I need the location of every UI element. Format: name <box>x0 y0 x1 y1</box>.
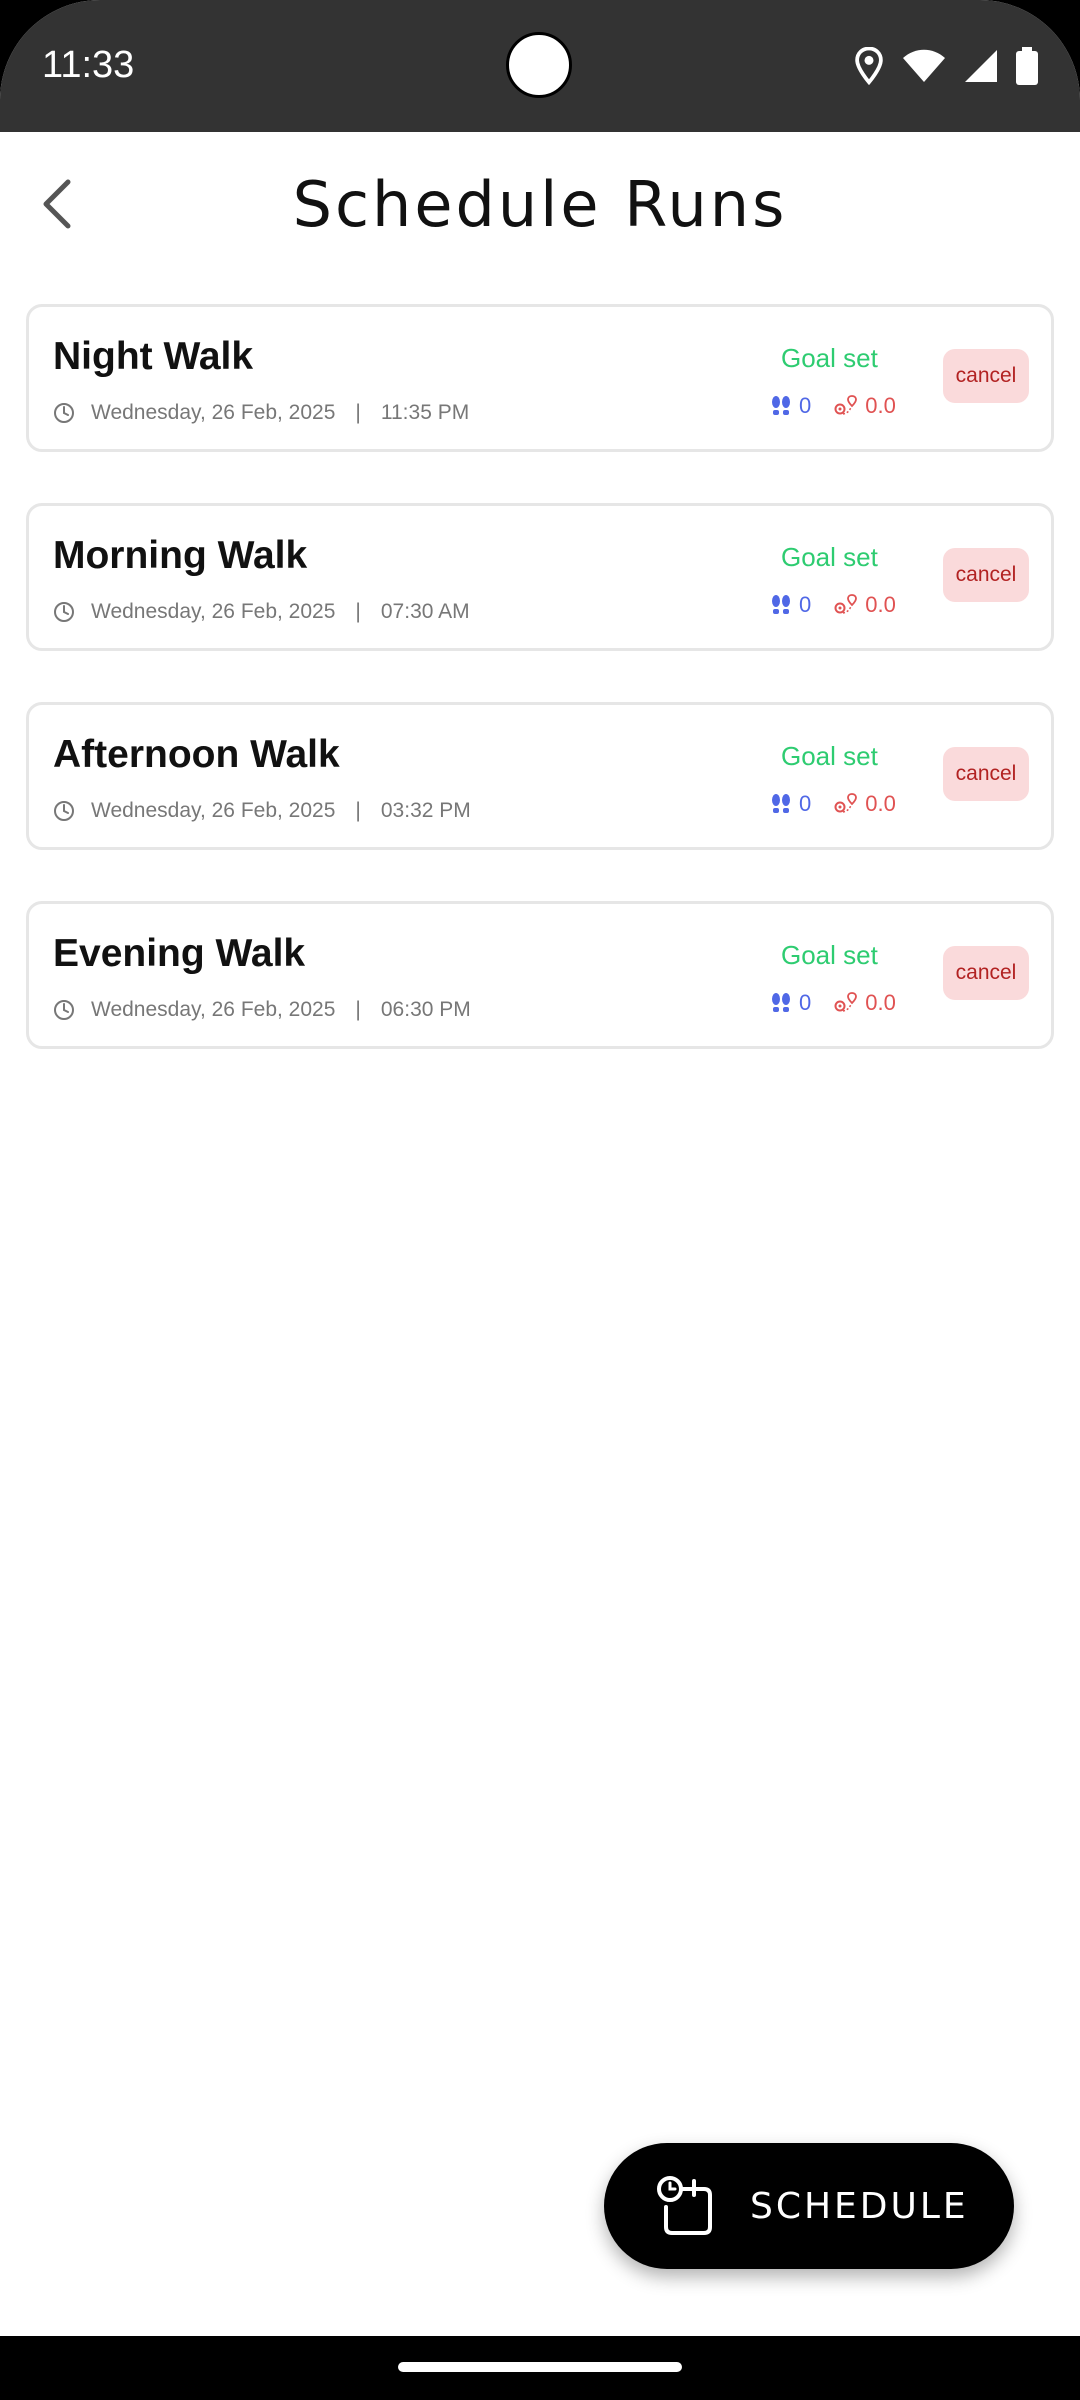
run-time: 06:30 PM <box>380 998 471 1021</box>
datetime-separator: | <box>355 998 361 1021</box>
steps-value: 0 <box>799 592 812 617</box>
goal-status: Goal set <box>781 940 878 970</box>
footsteps-icon <box>772 993 790 1012</box>
run-date: Wednesday, 26 Feb, 2025 <box>91 401 336 424</box>
battery-icon <box>1016 47 1038 85</box>
goal-status: Goal set <box>781 542 878 572</box>
footsteps-icon <box>772 595 790 614</box>
location-icon <box>855 47 883 85</box>
run-datetime: Wednesday, 26 Feb, 2025 | 03:32 PM <box>53 799 471 823</box>
signal-icon <box>965 50 997 82</box>
schedule-clock-icon <box>657 2176 712 2235</box>
datetime-separator: | <box>355 600 361 623</box>
datetime-separator: | <box>355 799 361 822</box>
clock-icon <box>54 403 74 423</box>
status-bar: 11:33 <box>0 0 1080 132</box>
wifi-icon <box>903 49 945 82</box>
goal-stats: 0 0.0 <box>771 791 896 817</box>
distance-icon <box>834 594 858 614</box>
run-card[interactable]: Night Walk Wednesday, 26 Feb, 2025 | 11:… <box>26 304 1054 452</box>
goal-stats: 0 0.0 <box>771 393 896 419</box>
datetime-separator: | <box>355 401 361 424</box>
run-time: 03:32 PM <box>380 799 471 822</box>
schedule-button[interactable]: SCHEDULE <box>604 2143 1014 2269</box>
steps-value: 0 <box>799 990 812 1015</box>
run-datetime: Wednesday, 26 Feb, 2025 | 07:30 AM <box>53 600 470 624</box>
clock-icon <box>54 1000 74 1020</box>
scheduled-runs-list: Night Walk Wednesday, 26 Feb, 2025 | 11:… <box>26 304 1054 1100</box>
status-time: 11:33 <box>42 44 135 86</box>
distance-icon <box>834 395 858 415</box>
distance-icon <box>834 793 858 813</box>
distance-value: 0.0 <box>865 592 896 617</box>
cancel-button[interactable]: cancel <box>943 548 1029 602</box>
footsteps-icon <box>772 794 790 813</box>
goal-status: Goal set <box>781 741 878 771</box>
run-name: Evening Walk <box>53 932 306 975</box>
cancel-button[interactable]: cancel <box>943 747 1029 801</box>
run-date: Wednesday, 26 Feb, 2025 <box>91 998 336 1021</box>
run-datetime: Wednesday, 26 Feb, 2025 | 06:30 PM <box>53 998 471 1022</box>
cancel-button[interactable]: cancel <box>943 946 1029 1000</box>
footsteps-icon <box>772 396 790 415</box>
distance-value: 0.0 <box>865 393 896 418</box>
steps-value: 0 <box>799 393 812 418</box>
run-name: Afternoon Walk <box>53 733 340 776</box>
home-indicator[interactable] <box>398 2362 682 2372</box>
status-icons <box>854 44 1038 88</box>
run-date: Wednesday, 26 Feb, 2025 <box>91 799 336 822</box>
run-time: 11:35 PM <box>380 401 470 424</box>
goal-stats: 0 0.0 <box>771 592 896 618</box>
cancel-button[interactable]: cancel <box>943 349 1029 403</box>
clock-icon <box>54 602 74 622</box>
goal-status: Goal set <box>781 343 878 373</box>
run-card[interactable]: Evening Walk Wednesday, 26 Feb, 2025 | 0… <box>26 901 1054 1049</box>
run-card[interactable]: Morning Walk Wednesday, 26 Feb, 2025 | 0… <box>26 503 1054 651</box>
camera-cutout <box>506 32 572 98</box>
run-name: Night Walk <box>53 335 254 378</box>
distance-icon <box>834 992 858 1012</box>
run-name: Morning Walk <box>53 534 308 577</box>
distance-value: 0.0 <box>865 791 896 816</box>
run-time: 07:30 AM <box>380 600 470 623</box>
page-title: Schedule Runs <box>292 168 788 241</box>
schedule-button-label: SCHEDULE <box>750 2185 969 2227</box>
distance-value: 0.0 <box>865 990 896 1015</box>
clock-icon <box>54 801 74 821</box>
run-date: Wednesday, 26 Feb, 2025 <box>91 600 336 623</box>
run-datetime: Wednesday, 26 Feb, 2025 | 11:35 PM <box>53 401 469 425</box>
run-card[interactable]: Afternoon Walk Wednesday, 26 Feb, 2025 |… <box>26 702 1054 850</box>
steps-value: 0 <box>799 791 812 816</box>
goal-stats: 0 0.0 <box>771 990 896 1016</box>
app-screen: 11:33 Schedule Runs Night Walk Wednesday… <box>0 0 1080 2400</box>
